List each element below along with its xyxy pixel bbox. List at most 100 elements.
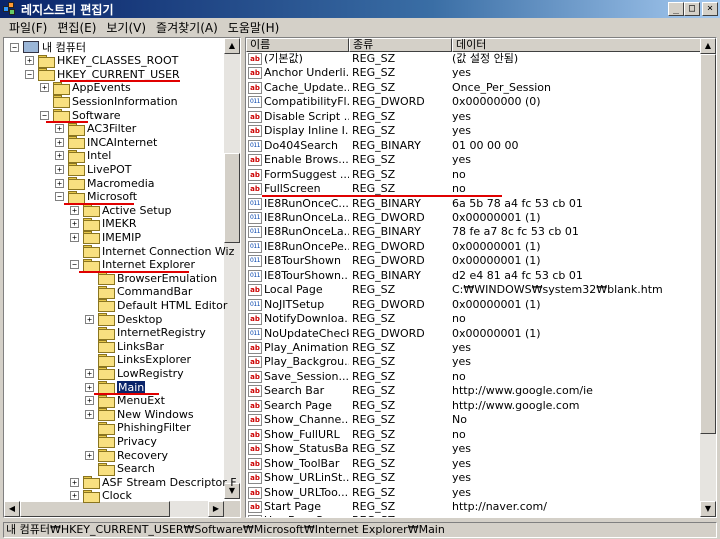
expand-icon[interactable]: + (40, 83, 49, 93)
expand-icon[interactable]: + (70, 491, 79, 501)
tree-node[interactable]: LinksBar (85, 339, 164, 354)
tree-node[interactable]: + HKEY_CLASSES_ROOT (25, 54, 178, 68)
value-row[interactable]: abUse FormSugg...REG_SZ (246, 514, 702, 517)
value-row[interactable]: ab (기본값) REG_SZ (값 설정 안됨) (246, 52, 702, 66)
collapse-icon[interactable]: − (25, 69, 34, 79)
value-row[interactable]: ab Show_Channe... REG_SZ No (246, 413, 702, 427)
scroll-left-icon[interactable]: ◀ (4, 501, 20, 517)
value-row[interactable]: ab Play_Animations REG_SZ yes (246, 341, 702, 355)
tree-node[interactable]: + Macromedia (55, 176, 155, 190)
expand-icon[interactable]: + (70, 219, 79, 229)
tree-node[interactable]: + AC3Filter (55, 122, 136, 136)
value-row[interactable]: 011 IE8TourShown REG_DWORD 0x00000001 (1) (246, 254, 702, 268)
tree-vertical-scrollbar[interactable]: ▲ ▼ (224, 38, 240, 499)
expand-icon[interactable]: + (55, 124, 64, 134)
value-row[interactable]: ab Enable Brows... REG_SZ yes (246, 153, 702, 167)
value-row[interactable]: ab Show_URLToo... REG_SZ yes (246, 486, 702, 500)
tree-horizontal-scrollbar[interactable]: ◀ ▶ (4, 501, 224, 517)
value-row[interactable]: ab Display Inline I... REG_SZ yes (246, 124, 702, 138)
tree-node[interactable]: + INCAInternet (55, 135, 157, 150)
column-data[interactable]: 데이터 (452, 38, 702, 52)
value-row[interactable]: ab Cache_Update... REG_SZ Once_Per_Session (246, 81, 702, 95)
scroll-thumb[interactable] (700, 54, 716, 434)
tree-node[interactable]: + Desktop (85, 312, 162, 326)
tree-node[interactable]: + ASF Stream Descriptor F (70, 475, 237, 490)
value-row[interactable]: ab Show_ToolBar REG_SZ yes (246, 457, 702, 471)
tree-node[interactable]: + LivePOT (55, 162, 131, 177)
tree-node[interactable]: Default HTML Editor (85, 298, 227, 313)
tree-node[interactable]: + IMEMIP (70, 230, 141, 245)
expand-icon[interactable]: + (85, 314, 94, 324)
tree-node[interactable]: LinksExplorer (85, 353, 191, 367)
column-name[interactable]: 이름 (246, 38, 349, 52)
expand-icon[interactable]: + (85, 382, 94, 392)
collapse-icon[interactable]: − (40, 110, 49, 120)
value-row[interactable]: ab Show_StatusBar REG_SZ yes (246, 442, 702, 456)
expand-icon[interactable]: + (85, 450, 94, 460)
menu-view[interactable]: 보기(V) (101, 19, 151, 36)
tree-node[interactable]: − 내 컴퓨터 (10, 40, 86, 54)
tree-node[interactable]: + Main (85, 380, 146, 394)
expand-icon[interactable]: + (70, 477, 79, 487)
maximize-button[interactable]: □ (684, 2, 700, 16)
scroll-up-icon[interactable]: ▲ (224, 38, 240, 54)
menu-favorites[interactable]: 즐겨찾기(A) (151, 19, 223, 36)
expand-icon[interactable]: + (55, 164, 64, 174)
value-row[interactable]: 011 IE8RunOnceLa... REG_BINARY 78 fe a7 8c … (246, 225, 702, 239)
value-row[interactable]: ab FormSuggest ... REG_SZ no (246, 168, 702, 182)
expand-icon[interactable]: + (55, 178, 64, 188)
expand-icon[interactable]: + (85, 396, 94, 406)
value-row[interactable]: 011 Do404Search REG_BINARY 01 00 00 00 (246, 139, 702, 153)
value-row[interactable]: ab Show_FullURL REG_SZ no (246, 428, 702, 442)
tree-node[interactable]: − HKEY_CURRENT_USER (25, 67, 180, 82)
collapse-icon[interactable]: − (70, 260, 79, 270)
tree-node[interactable]: + Clock (70, 489, 132, 503)
value-row[interactable]: ab Show_URLinSt... REG_SZ yes (246, 471, 702, 485)
tree-node[interactable]: + AppEvents (40, 81, 131, 95)
tree-node[interactable]: + Active Setup (70, 203, 172, 218)
list-vertical-scrollbar[interactable]: ▲ ▼ (700, 38, 716, 517)
value-row[interactable]: 011 NoUpdateCheck REG_DWORD 0x00000001 (1) (246, 327, 702, 341)
expand-icon[interactable]: + (70, 232, 79, 242)
tree-node[interactable]: − Software (40, 108, 121, 122)
value-row[interactable]: 011 IE8RunOnceC... REG_BINARY 6a 5b 78 a4 f… (246, 197, 702, 211)
scroll-thumb[interactable] (20, 501, 170, 517)
value-row[interactable]: ab Anchor Underli... REG_SZ yes (246, 66, 702, 80)
tree-node[interactable]: + MenuExt (85, 394, 165, 408)
expand-icon[interactable]: + (55, 151, 64, 161)
expand-icon[interactable]: + (85, 409, 94, 419)
column-type[interactable]: 종류 (349, 38, 452, 52)
value-row[interactable]: ab Disable Script ... REG_SZ yes (246, 110, 702, 124)
tree-node[interactable]: + IMEKR (70, 217, 137, 231)
tree-node[interactable]: Internet Connection Wiz (70, 244, 234, 258)
menu-edit[interactable]: 편집(E) (52, 19, 101, 36)
expand-icon[interactable]: + (55, 137, 64, 147)
value-row[interactable]: ab Search Bar REG_SZ http://www.google.com/… (246, 384, 702, 398)
scroll-down-icon[interactable]: ▼ (700, 501, 716, 517)
expand-icon[interactable]: + (25, 56, 34, 66)
expand-icon[interactable]: + (70, 205, 79, 215)
tree-node[interactable]: − Microsoft (55, 190, 137, 204)
tree-node[interactable]: SessionInformation (40, 94, 178, 109)
minimize-button[interactable]: _ (668, 2, 684, 16)
menu-file[interactable]: 파일(F) (4, 19, 52, 36)
collapse-icon[interactable]: − (55, 192, 64, 202)
scroll-thumb[interactable] (224, 153, 240, 243)
tree-node[interactable]: PhishingFilter (85, 421, 191, 435)
close-button[interactable]: × (702, 2, 718, 16)
tree-node[interactable]: Search (85, 462, 155, 476)
value-row[interactable]: 011 CompatibilityFl... REG_DWORD 0x00000000… (246, 95, 702, 109)
tree-node[interactable]: + LowRegistry (85, 366, 184, 381)
expand-icon[interactable]: + (85, 368, 94, 378)
tree-node[interactable]: BrowserEmulation (85, 271, 217, 286)
value-row[interactable]: ab Local Page REG_SZ C:₩WINDOWS₩system32₩bl… (246, 283, 702, 297)
tree-node[interactable]: Privacy (85, 434, 157, 449)
value-row[interactable]: 011 NoJITSetup REG_DWORD 0x00000001 (1) (246, 298, 702, 312)
key-tree[interactable]: ▲ ▼ ◀ ▶ − 내 컴퓨터 + HKEY_CLASSES_ROOT − HKEY_CU… (3, 37, 241, 518)
tree-node[interactable]: − Internet Explorer (70, 258, 195, 272)
value-list[interactable]: 이름 종류 데이터 ▲ ▼ ab (기본값) REG_SZ (값 설정 안됨) ab An… (245, 37, 717, 518)
value-row[interactable]: 011 IE8RunOncePe... REG_DWORD 0x00000001 (1… (246, 240, 702, 254)
tree-node[interactable]: + New Windows (85, 407, 194, 422)
value-row[interactable]: 011 IE8TourShown... REG_BINARY d2 e4 81 a4 … (246, 269, 702, 283)
value-row[interactable]: ab Start Page REG_SZ http://naver.com/ (246, 500, 702, 514)
